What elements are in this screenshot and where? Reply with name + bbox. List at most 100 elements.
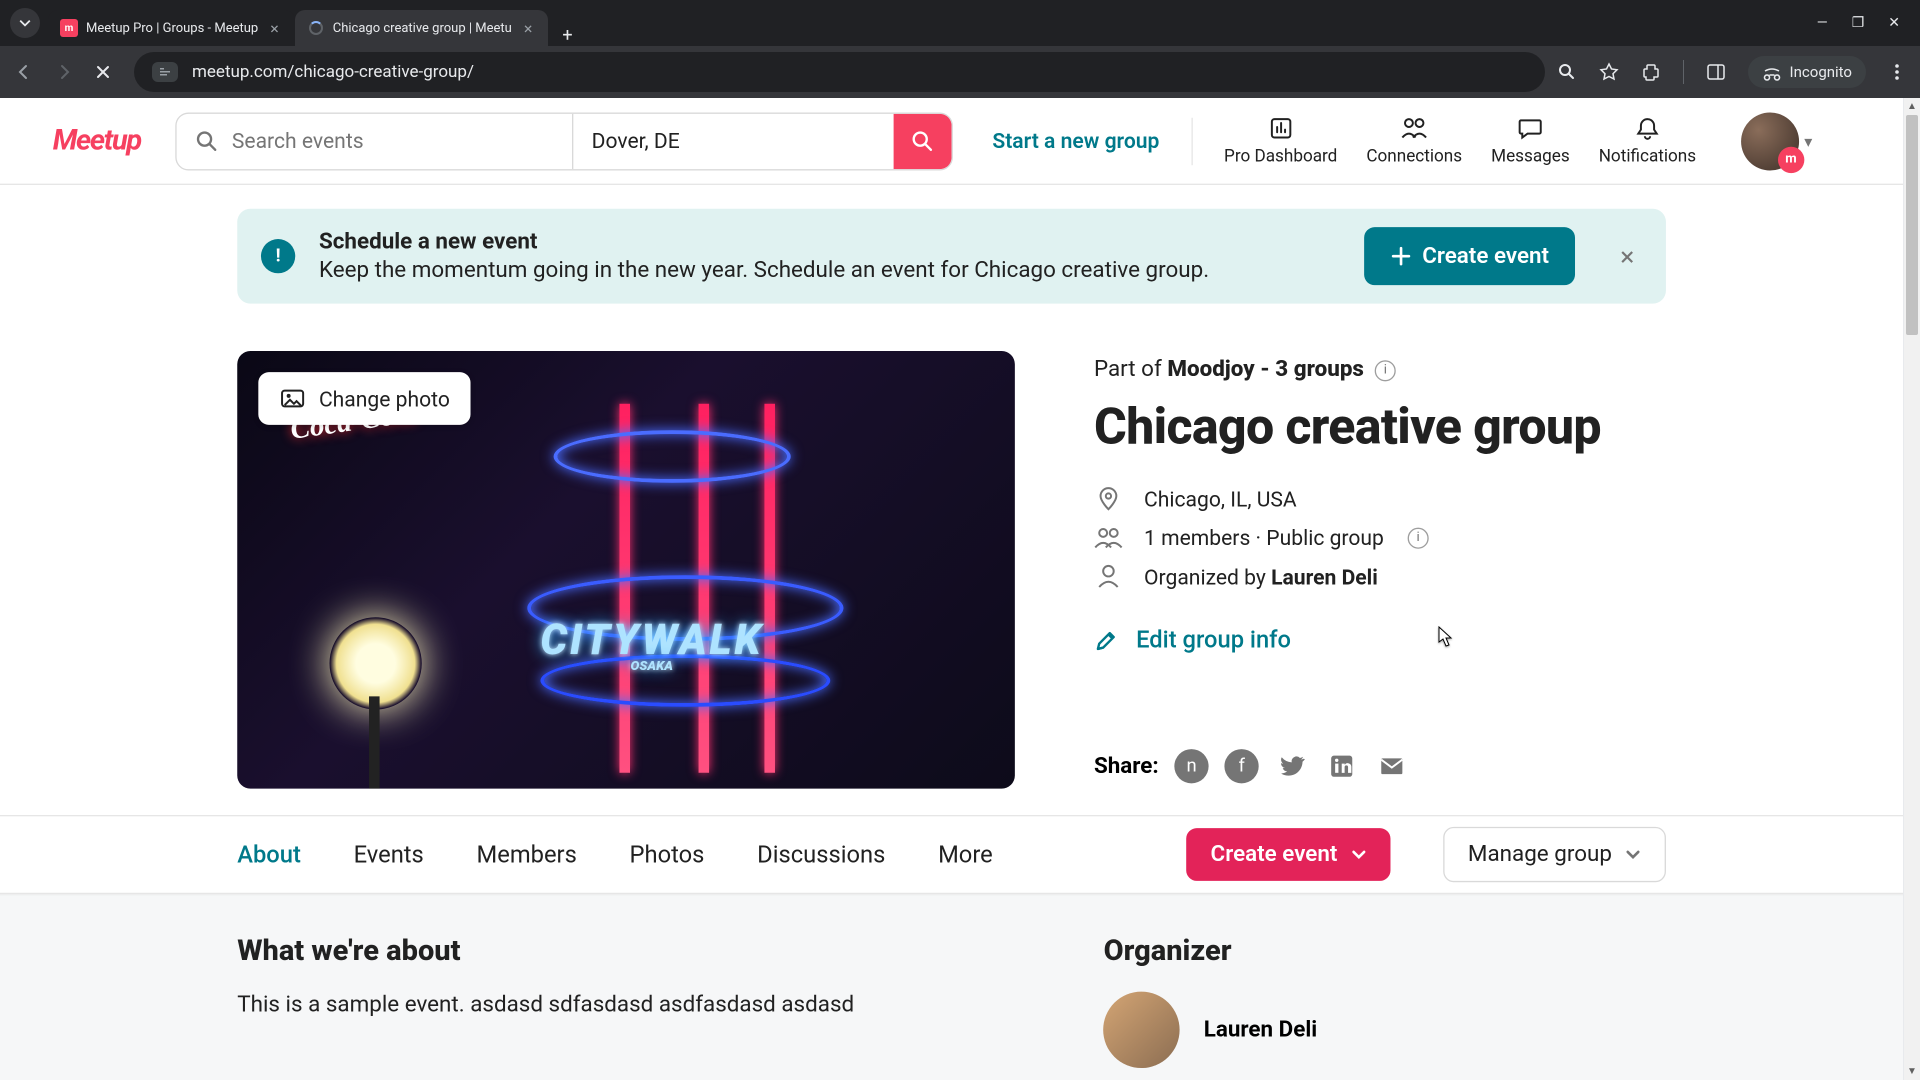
change-photo-label: Change photo [319,386,450,411]
bell-icon [1634,115,1660,141]
bookmark-icon[interactable] [1599,62,1619,82]
meetup-favicon-icon: m [60,19,78,37]
close-banner-button[interactable]: × [1612,240,1642,272]
tab-more[interactable]: More [938,841,993,869]
close-window-icon[interactable]: ✕ [1888,15,1900,31]
meetup-logo[interactable]: Meetup [53,124,141,157]
back-button[interactable] [14,62,42,82]
forward-button[interactable] [54,62,82,82]
tab-photos[interactable]: Photos [630,841,705,869]
organizer-heading: Organizer [1104,935,1666,968]
about-heading: What we're about [237,935,1024,968]
side-panel-icon[interactable] [1706,62,1726,82]
create-event-button[interactable]: Create event [1364,227,1575,285]
start-group-link[interactable]: Start a new group [992,128,1159,153]
nav-label: Pro Dashboard [1224,147,1337,167]
scroll-down-icon[interactable]: ▼ [1904,1063,1920,1080]
browser-tab-2[interactable]: Chicago creative group | Meetu × [295,10,549,46]
address-bar[interactable]: meetup.com/chicago-creative-group/ [134,52,1545,92]
tab-events[interactable]: Events [354,841,424,869]
search-location-input[interactable]: Dover, DE [572,113,894,168]
browser-menu-icon[interactable] [1888,63,1906,81]
scrollbar-thumb[interactable] [1906,115,1918,335]
avatar: m [1741,112,1799,170]
pro-badge-icon: m [1778,146,1804,172]
share-nextdoor-icon[interactable]: n [1175,749,1209,783]
organized-by: Organized by Lauren Deli [1144,564,1378,589]
nav-connections[interactable]: Connections [1366,115,1462,166]
banner-title: Schedule a new event [319,228,1341,254]
manage-group-dropdown[interactable]: Manage group [1443,827,1666,882]
person-icon [1094,563,1123,589]
chevron-down-icon [1625,847,1641,863]
tab-about[interactable]: About [237,841,301,869]
info-icon[interactable]: i [1408,527,1429,548]
tab-title: Meetup Pro | Groups - Meetup [86,21,258,36]
banner-cta-label: Create event [1422,243,1549,269]
search-form: Search events Dover, DE [175,112,953,170]
members-text: 1 members · Public group [1144,525,1384,550]
share-linkedin-icon[interactable] [1325,749,1359,783]
extensions-icon[interactable] [1641,62,1661,82]
search-events-input[interactable]: Search events [177,113,572,168]
separator [1191,117,1192,164]
group-members: 1 members · Public group i [1094,525,1666,550]
decorative-image [501,391,896,760]
tab-search-button[interactable] [10,8,40,38]
nav-label: Notifications [1599,147,1696,167]
scroll-up-icon[interactable]: ▲ [1904,98,1920,115]
tab-members[interactable]: Members [477,841,577,869]
decorative-sign: CITYWALK OSAKA [540,615,763,674]
maximize-icon[interactable]: ❐ [1852,15,1865,31]
location-value: Dover, DE [592,128,680,153]
tab-title: Chicago creative group | Meetu [333,21,512,36]
incognito-indicator[interactable]: Incognito [1748,56,1866,88]
about-body: This is a sample event. asdasd sdfasdasd… [237,992,1024,1018]
group-organizer: Organized by Lauren Deli [1094,563,1666,589]
minimize-icon[interactable]: ― [1817,15,1828,31]
share-email-icon[interactable] [1375,749,1409,783]
profile-menu[interactable]: m ▾ [1741,112,1812,170]
close-icon[interactable]: × [266,19,283,38]
location-text: Chicago, IL, USA [1144,486,1297,511]
change-photo-button[interactable]: Change photo [258,372,471,425]
info-icon[interactable]: i [1375,360,1396,381]
browser-tab-1[interactable]: m Meetup Pro | Groups - Meetup × [48,10,295,46]
close-icon[interactable]: × [520,19,537,38]
organizer-name: Lauren Deli [1204,1017,1317,1043]
search-icon [911,129,935,153]
share-twitter-icon[interactable] [1275,749,1309,783]
create-event-dropdown[interactable]: Create event [1187,828,1390,881]
site-info-icon[interactable] [152,62,178,82]
tab-discussions[interactable]: Discussions [757,841,885,869]
nav-pro-dashboard[interactable]: Pro Dashboard [1224,115,1337,166]
nav-messages[interactable]: Messages [1491,115,1570,166]
new-tab-button[interactable]: + [548,25,586,46]
search-icon[interactable] [1557,62,1577,82]
group-cover-photo: Coca-Cola CITYWALK OSAKA Change photo [237,351,1015,789]
edit-group-info-link[interactable]: Edit group info [1094,627,1666,655]
part-of-network[interactable]: Part of Moodjoy - 3 groups i [1094,356,1666,382]
chevron-down-icon [1351,847,1367,863]
nav-label: Messages [1491,147,1570,167]
manage-group-label: Manage group [1468,841,1612,867]
search-icon [195,129,219,153]
group-info: Part of Moodjoy - 3 groups i Chicago cre… [1094,351,1666,789]
stop-reload-button[interactable] [94,63,122,81]
share-facebook-icon[interactable]: f [1225,749,1259,783]
connections-icon [1400,115,1429,141]
group-location: Chicago, IL, USA [1094,485,1666,511]
chevron-down-icon: ▾ [1804,132,1812,150]
share-label: Share: [1094,753,1159,779]
browser-toolbar: meetup.com/chicago-creative-group/ Incog… [0,46,1920,98]
separator [1683,60,1684,84]
search-submit-button[interactable] [894,113,952,168]
nav-notifications[interactable]: Notifications [1599,115,1696,166]
group-tabs-bar: About Events Members Photos Discussions … [0,815,1903,894]
scrollbar[interactable]: ▲ ▼ [1903,98,1920,1080]
schedule-event-banner: ! Schedule a new event Keep the momentum… [237,209,1666,304]
messages-icon [1517,115,1543,141]
header-nav: Pro Dashboard Connections Messages Notif… [1224,115,1696,166]
organizer-item[interactable]: Lauren Deli [1104,992,1666,1068]
edit-link-label: Edit group info [1136,627,1291,655]
